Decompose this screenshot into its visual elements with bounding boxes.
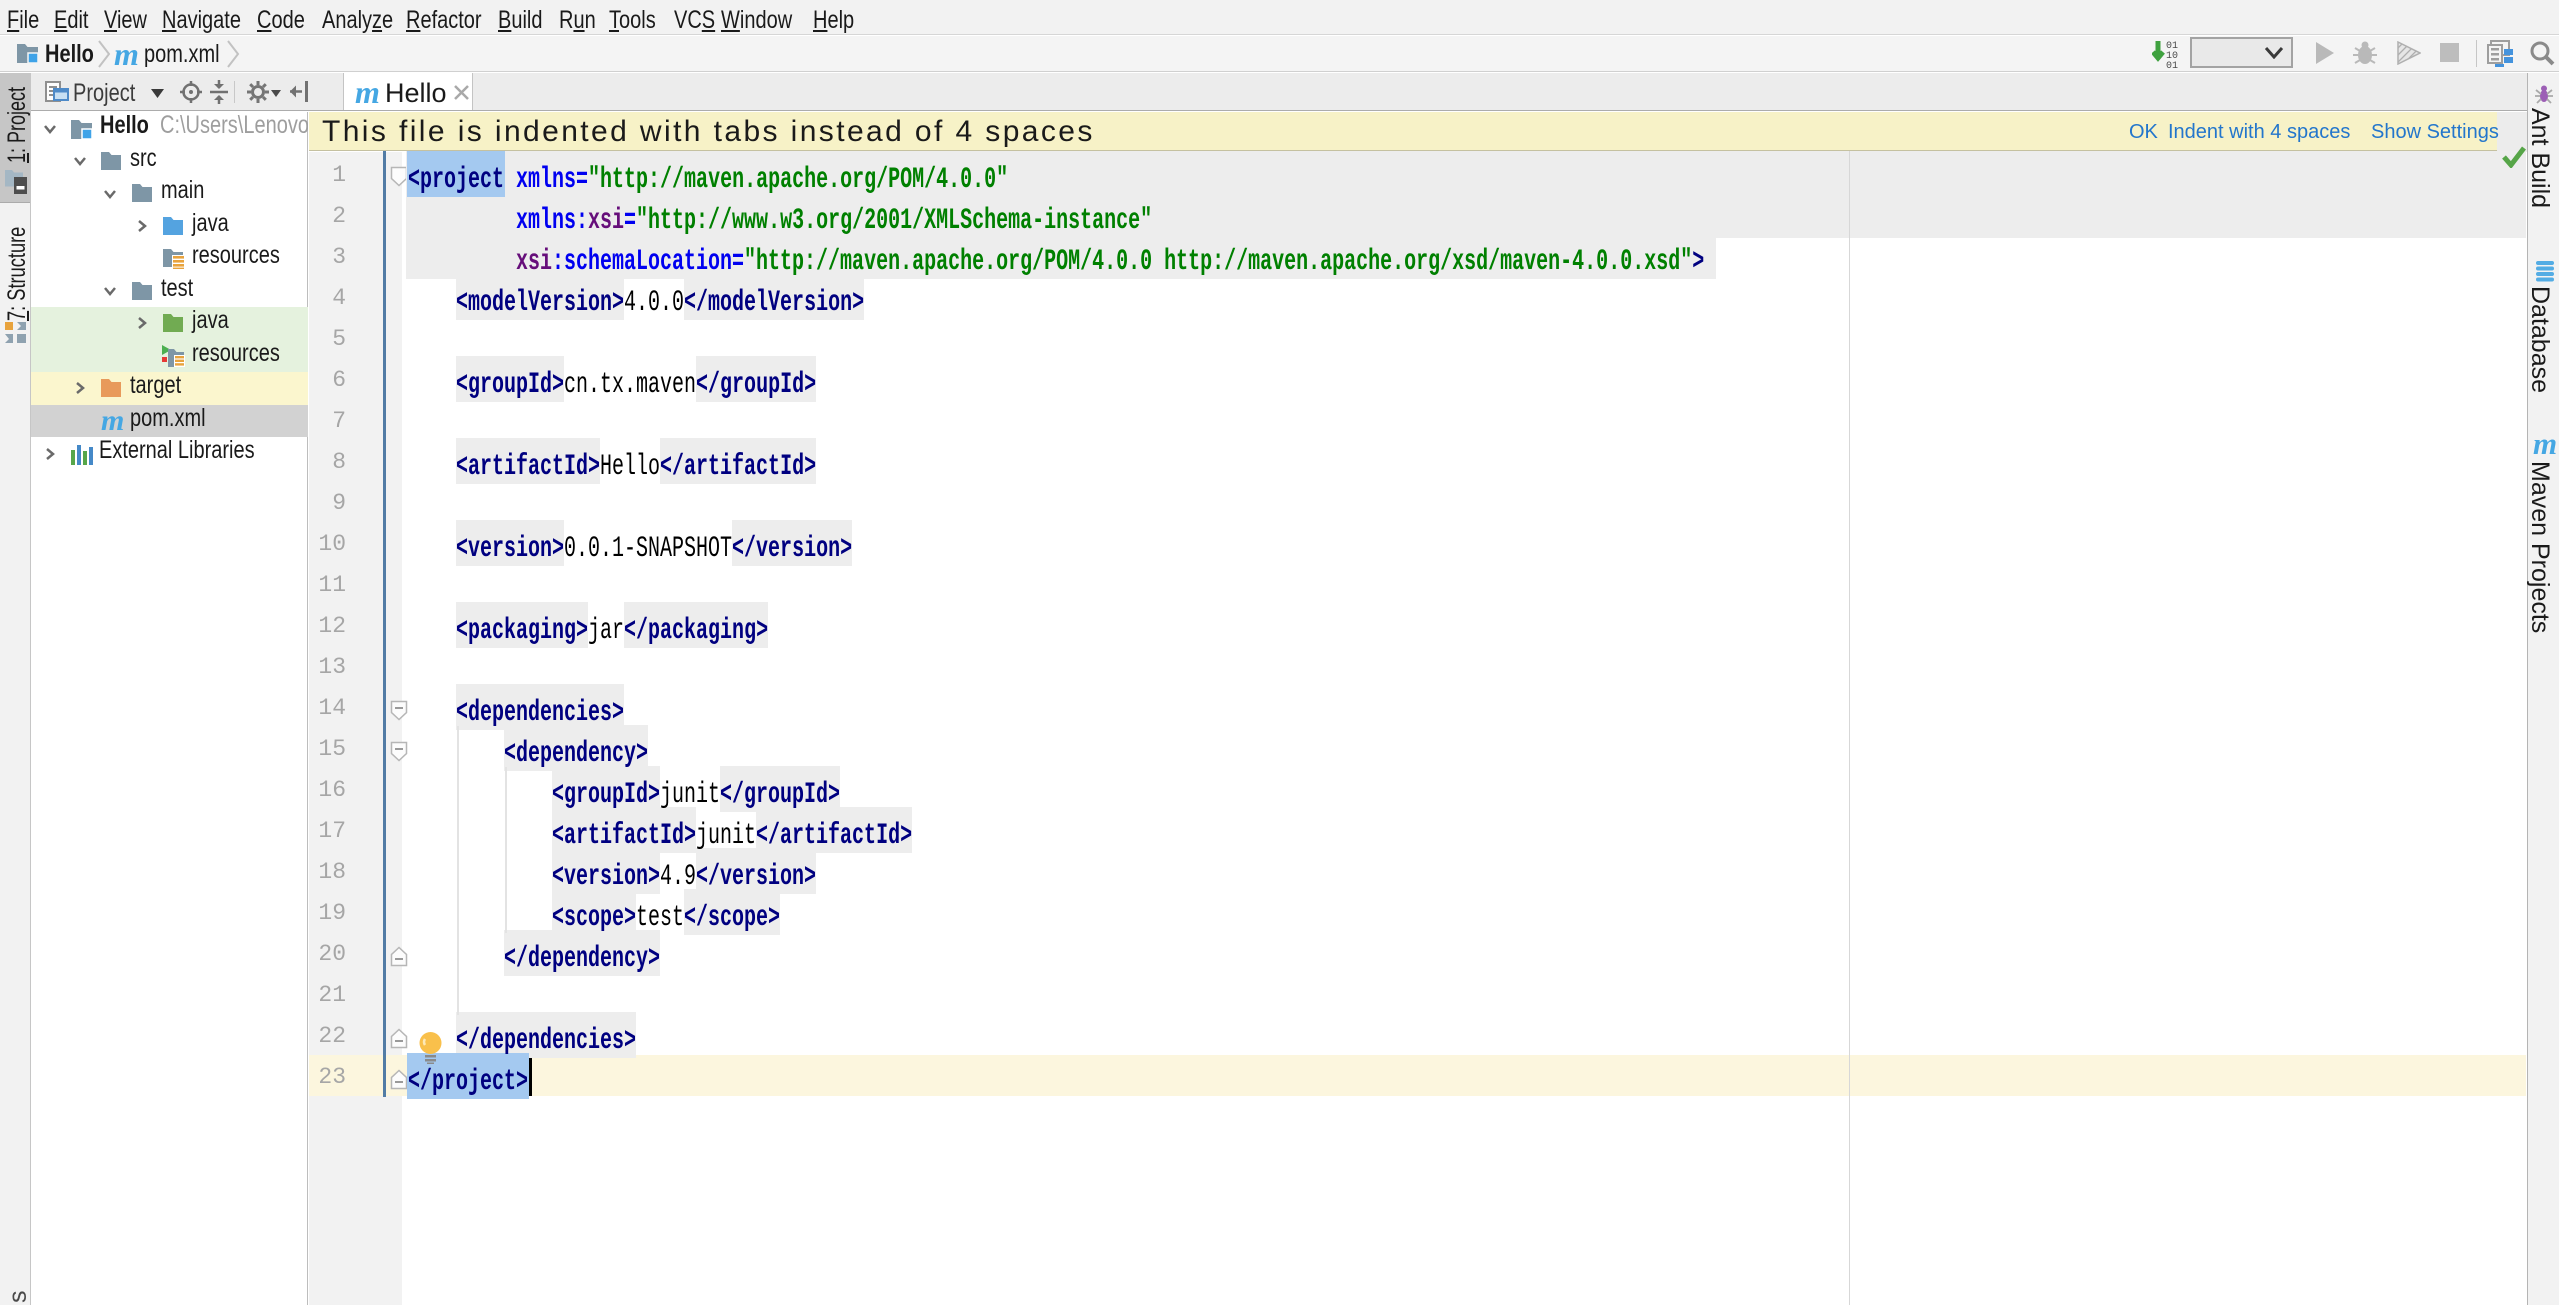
svg-text:01: 01 (2166, 61, 2178, 69)
